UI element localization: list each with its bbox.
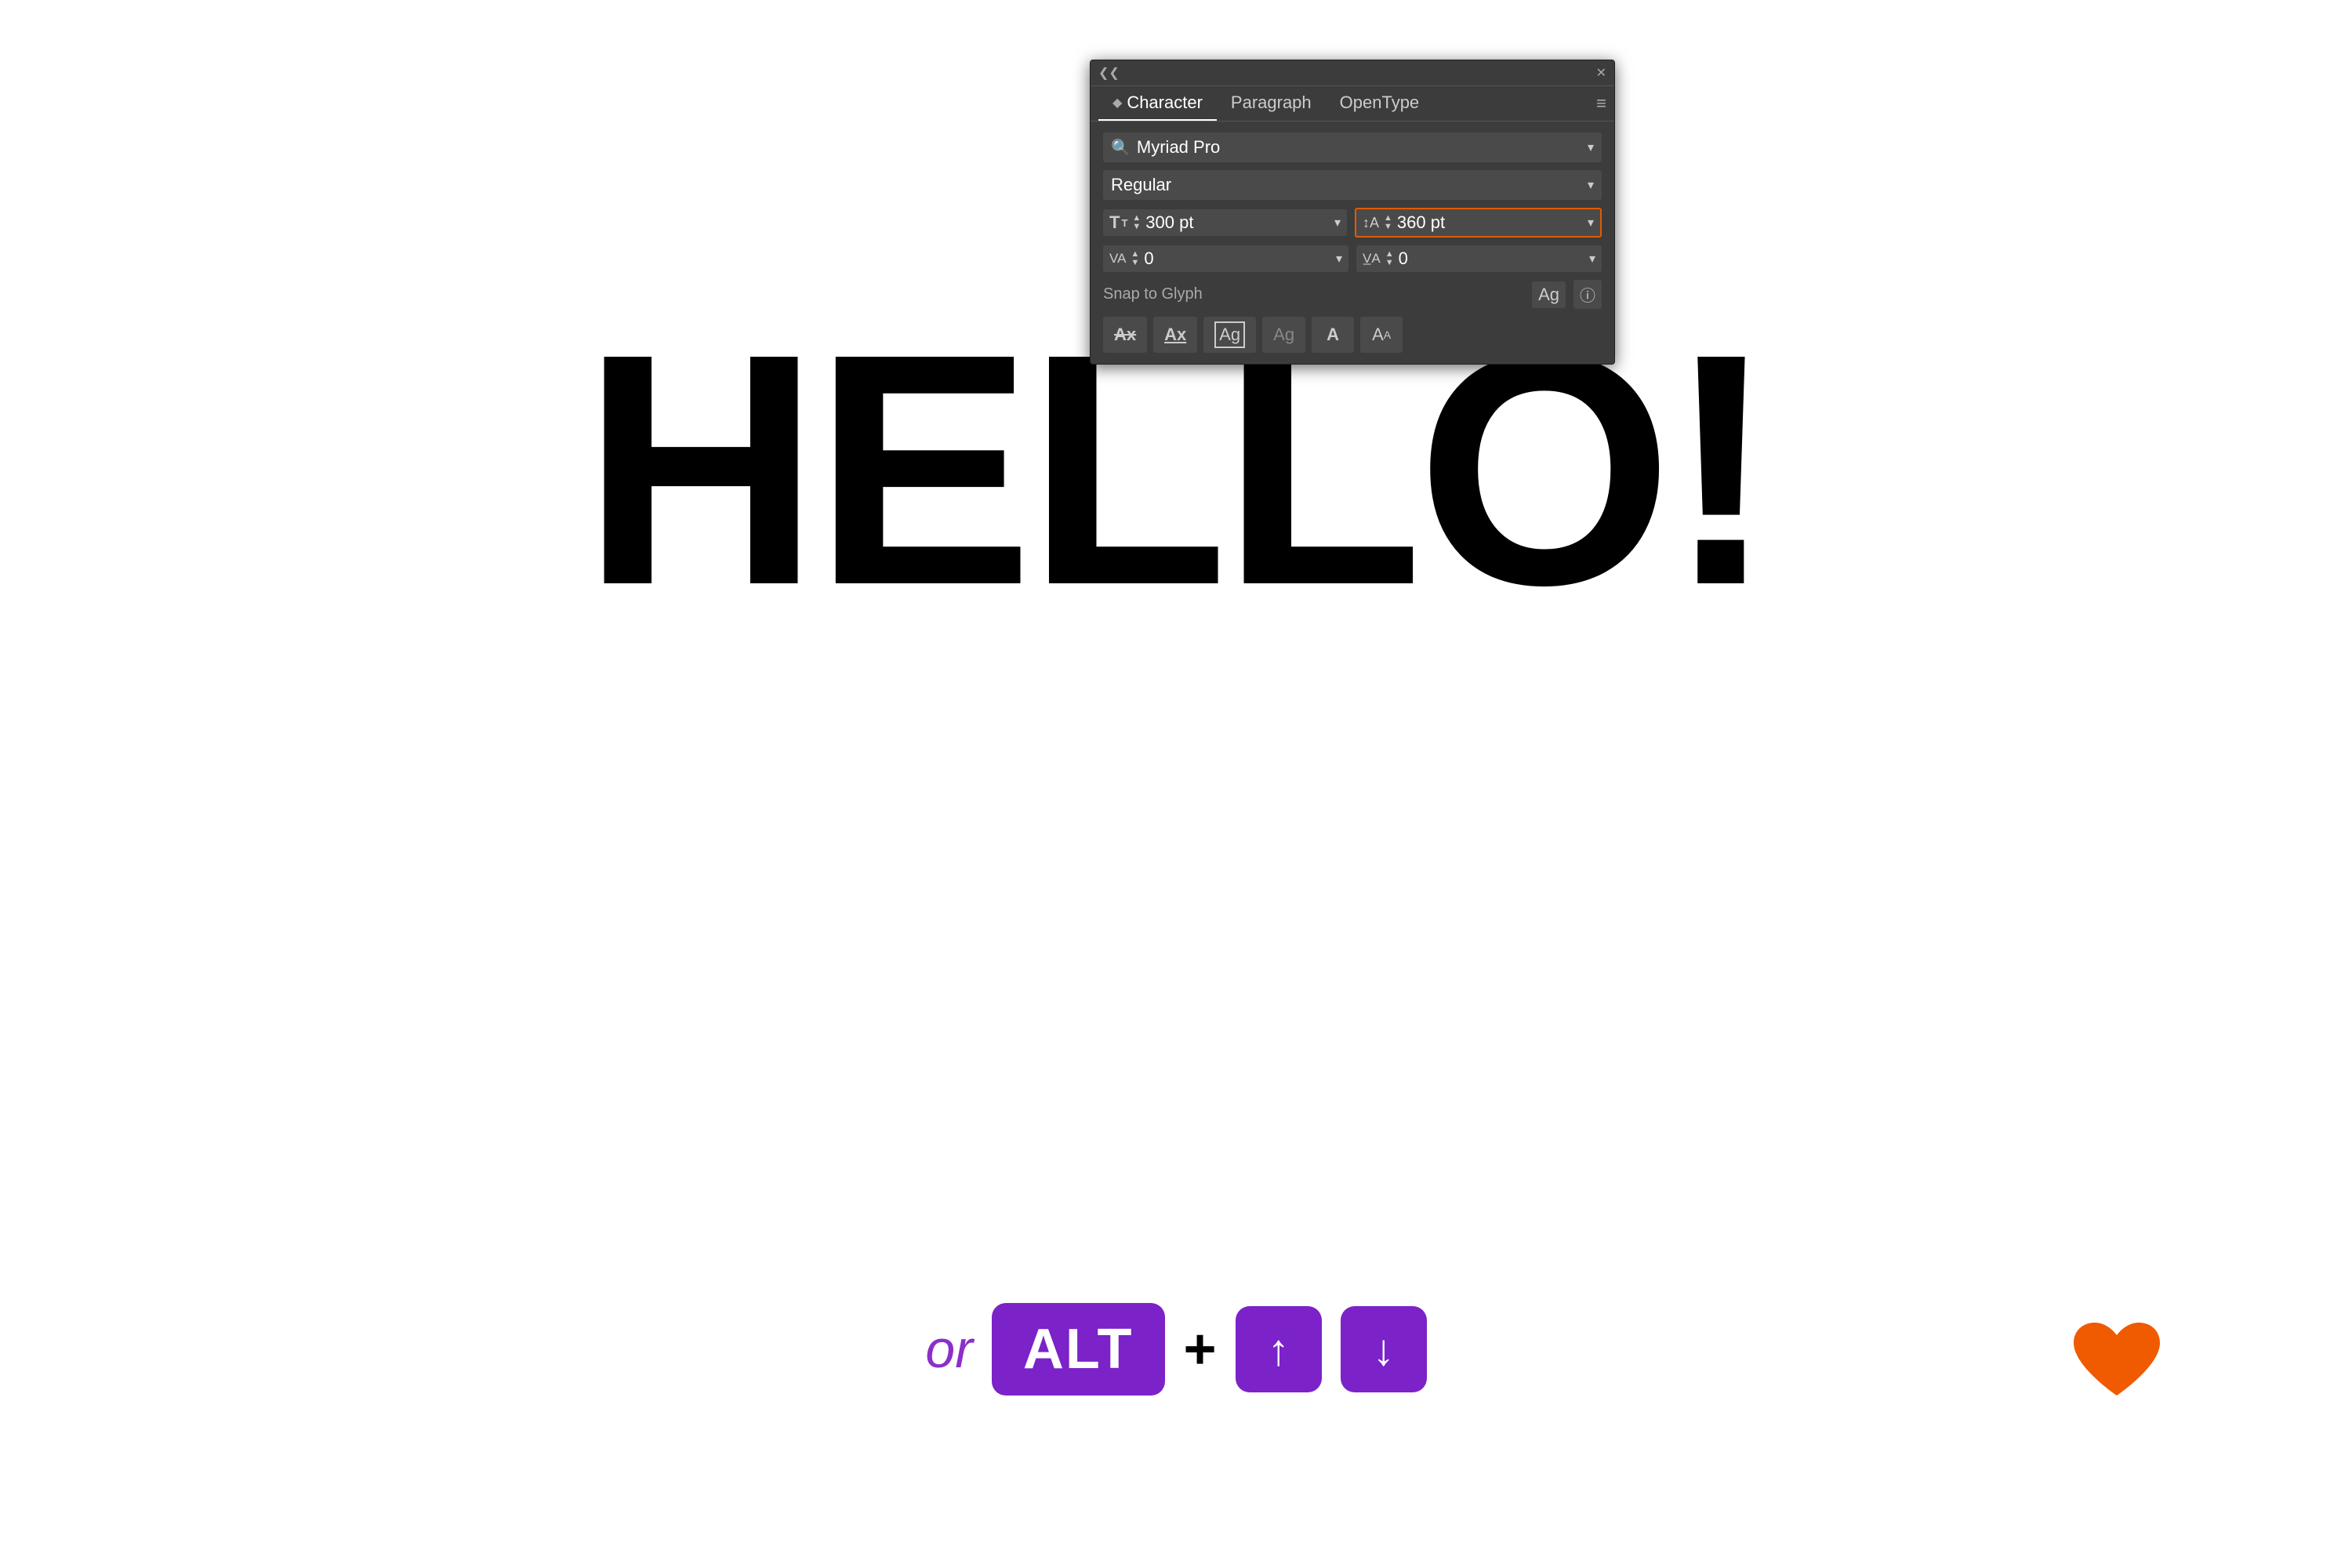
font-family-row[interactable]: 🔍 Myriad Pro ▾	[1103, 132, 1602, 162]
leading-group[interactable]: ↕A ▲ ▼ 360 pt ▾	[1355, 208, 1602, 238]
tracking-dropdown-arrow[interactable]: ▾	[1589, 251, 1595, 267]
tracking-value: 0	[1399, 249, 1584, 269]
titlebar-left: ❮❮	[1098, 65, 1120, 81]
heart-icon	[2070, 1321, 2164, 1407]
tracking-icon: V̲A	[1363, 251, 1381, 267]
kerning-icon: VA	[1109, 251, 1126, 267]
tab-opentype-label: OpenType	[1340, 93, 1420, 113]
leading-dropdown-arrow[interactable]: ▾	[1588, 215, 1594, 230]
leading-icon: ↕A	[1363, 215, 1379, 231]
panel-titlebar: ❮❮ ✕	[1091, 60, 1614, 86]
tab-diamond-icon: ◆	[1112, 95, 1122, 111]
snap-icons: Ag ⓘ	[1532, 280, 1602, 309]
tab-character[interactable]: ◆ Character	[1098, 86, 1217, 121]
leading-value: 360 pt	[1397, 212, 1583, 233]
style-btn-a-caps[interactable]: A	[1312, 317, 1354, 353]
kerning-group[interactable]: VA ▲ ▼ 0 ▾	[1103, 245, 1348, 272]
size-leading-row: TT ▲ ▼ 300 pt ▾ ↕A ▲ ▼ 360 pt ▾	[1103, 208, 1602, 238]
tab-paragraph[interactable]: Paragraph	[1217, 86, 1326, 121]
panel-body: 🔍 Myriad Pro ▾ Regular ▾ TT ▲ ▼ 300 pt ▾	[1091, 122, 1614, 364]
search-icon: 🔍	[1111, 138, 1131, 158]
font-size-icon: TT	[1109, 212, 1127, 233]
kerning-value: 0	[1144, 249, 1331, 269]
kerning-dropdown-arrow[interactable]: ▾	[1336, 251, 1342, 267]
font-size-group[interactable]: TT ▲ ▼ 300 pt ▾	[1103, 209, 1347, 236]
plus-sign: +	[1184, 1317, 1217, 1381]
tracking-group[interactable]: V̲A ▲ ▼ 0 ▾	[1356, 245, 1602, 272]
tab-opentype[interactable]: OpenType	[1326, 86, 1434, 121]
font-style-row[interactable]: Regular ▾	[1103, 170, 1602, 200]
up-arrow-badge: ↑	[1236, 1306, 1322, 1392]
font-family-value: Myriad Pro	[1137, 137, 1581, 158]
style-btn-ag-box[interactable]: Ag	[1203, 317, 1256, 353]
font-style-value: Regular	[1111, 175, 1588, 195]
or-label: or	[925, 1319, 972, 1380]
panel-tabs: ◆ Character Paragraph OpenType ≡	[1091, 86, 1614, 122]
character-panel: ❮❮ ✕ ◆ Character Paragraph OpenType ≡ 🔍 …	[1090, 60, 1615, 365]
collapse-icon[interactable]: ❮❮	[1098, 65, 1120, 81]
kerning-tracking-row: VA ▲ ▼ 0 ▾ V̲A ▲ ▼ 0 ▾	[1103, 245, 1602, 272]
info-icon[interactable]: ⓘ	[1573, 280, 1602, 309]
tab-paragraph-label: Paragraph	[1231, 93, 1312, 113]
font-style-dropdown-arrow[interactable]: ▾	[1588, 177, 1594, 193]
font-size-value: 300 pt	[1145, 212, 1330, 233]
alt-key-badge: ALT	[992, 1303, 1165, 1396]
style-btn-a-small-caps[interactable]: AA	[1360, 317, 1403, 353]
tab-character-label: Character	[1127, 93, 1203, 113]
snap-row: Snap to Glyph Ag ⓘ	[1103, 280, 1602, 309]
style-btn-ag-faded[interactable]: Ag	[1262, 317, 1305, 353]
down-arrow-badge: ↓	[1341, 1306, 1427, 1392]
font-family-dropdown-arrow[interactable]: ▾	[1588, 140, 1594, 155]
style-btn-ax-strikethrough[interactable]: Ax	[1103, 317, 1147, 353]
ag-icon[interactable]: Ag	[1532, 281, 1566, 308]
font-size-dropdown-arrow[interactable]: ▾	[1334, 215, 1341, 230]
shortcut-area: or ALT + ↑ ↓	[0, 1303, 2352, 1396]
kerning-arrows[interactable]: ▲ ▼	[1131, 250, 1139, 267]
tracking-arrows[interactable]: ▲ ▼	[1385, 250, 1394, 267]
close-icon[interactable]: ✕	[1596, 65, 1606, 81]
style-buttons-row: Ax Ax Ag Ag A AA	[1103, 317, 1602, 353]
font-size-arrows[interactable]: ▲ ▼	[1132, 214, 1141, 231]
snap-to-glyph-label: Snap to Glyph	[1103, 285, 1203, 303]
panel-menu-icon[interactable]: ≡	[1596, 93, 1606, 114]
style-btn-ax-underline[interactable]: Ax	[1153, 317, 1197, 353]
leading-arrows[interactable]: ▲ ▼	[1384, 214, 1392, 231]
